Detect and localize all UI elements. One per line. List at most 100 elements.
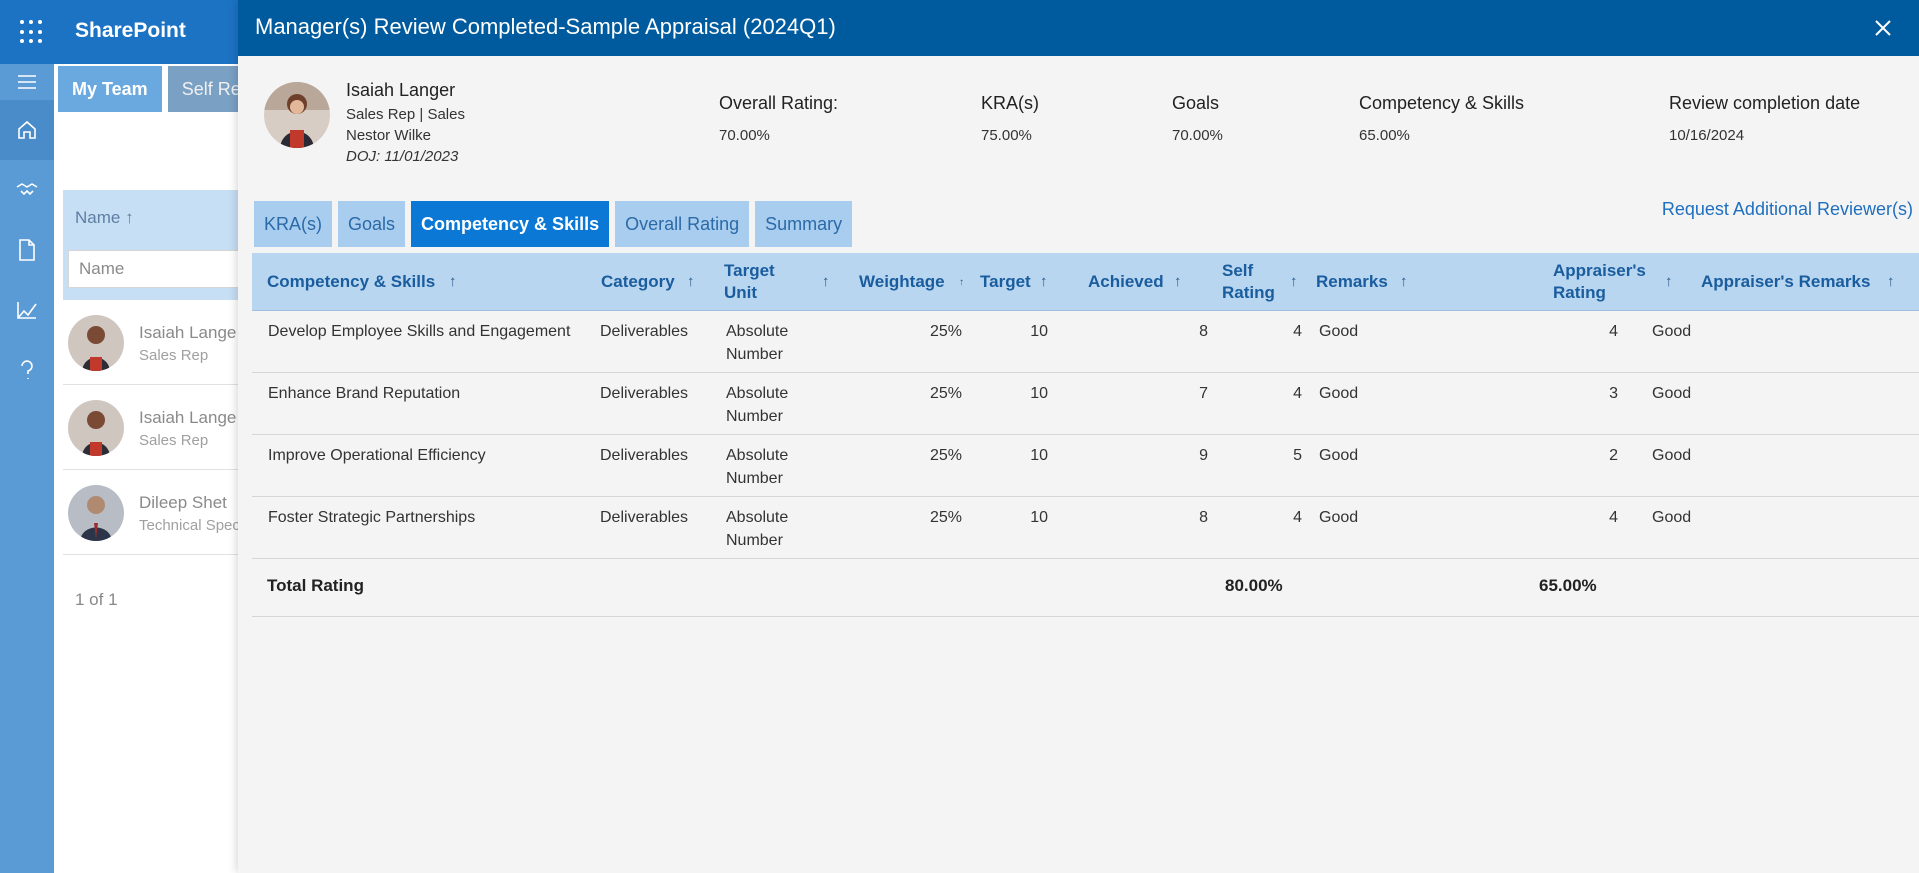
col-competency[interactable]: Competency & Skills ↑ <box>267 253 517 311</box>
home-icon[interactable] <box>0 100 54 160</box>
cell-remarks: Good <box>1319 323 1359 340</box>
cell-category: Deliverables <box>600 447 689 464</box>
total-row: Total Rating 80.00% 65.00% <box>252 559 1919 617</box>
sort-arrow-icon: ↑ <box>959 276 964 288</box>
competency-value: 65.00% <box>1359 127 1410 144</box>
table-row[interactable]: Foster Strategic Partnerships Deliverabl… <box>252 497 1919 559</box>
tab-goals[interactable]: Goals <box>338 201 406 247</box>
employee-manager: Nestor Wilke <box>346 127 432 144</box>
col-weightage[interactable]: Weightage ↑ <box>859 253 969 311</box>
col-appraiser-rating-label: Appraiser's Rating <box>1553 260 1646 304</box>
overall-rating-value: 70.00% <box>719 127 770 144</box>
tab-competency-skills[interactable]: Competency & Skills <box>411 201 610 247</box>
sort-arrow-icon: ↑ <box>1665 273 1673 291</box>
grid-header: Competency & Skills ↑ Category ↑ Target … <box>252 253 1919 311</box>
hamburger-menu-icon[interactable] <box>0 64 54 100</box>
tab-summary[interactable]: Summary <box>755 201 853 247</box>
cell-appraiser-remarks: Good <box>1652 323 1692 340</box>
app-title[interactable]: SharePoint <box>75 19 186 43</box>
col-target-unit-line1: Target <box>724 260 775 280</box>
list-item[interactable]: Isaiah Lange Sales Rep <box>63 301 254 385</box>
total-label: Total Rating <box>267 576 364 595</box>
goals-label: Goals <box>1172 93 1220 113</box>
cell-self-rating: 4 <box>1293 385 1302 402</box>
cell-target-unit-line2: Number <box>726 470 783 488</box>
employee-name: Isaiah Langer <box>346 80 456 100</box>
document-icon[interactable] <box>0 220 54 280</box>
close-icon[interactable] <box>1871 16 1895 40</box>
table-row[interactable]: Develop Employee Skills and Engagement D… <box>252 311 1919 373</box>
tab-overall-rating[interactable]: Overall Rating <box>615 201 750 247</box>
col-self-rating-line2: Rating <box>1222 283 1275 302</box>
kra-value: 75.00% <box>981 127 1032 144</box>
col-category-label: Category <box>601 271 675 291</box>
cell-target: 10 <box>1030 385 1048 402</box>
review-panel: Manager(s) Review Completed-Sample Appra… <box>238 0 1919 873</box>
review-tabs: KRA(s) Goals Competency & Skills Overall… <box>254 201 853 247</box>
col-target[interactable]: Target ↑ <box>980 253 1060 311</box>
cell-target-unit-line2: Number <box>726 532 783 550</box>
cell-remarks: Good <box>1319 447 1359 464</box>
cell-self-rating: 5 <box>1293 447 1302 464</box>
sort-arrow-icon: ↑ <box>1174 273 1182 291</box>
cell-target-unit: Absolute Number <box>726 444 788 490</box>
col-target-label: Target <box>980 271 1031 291</box>
member-name: Dileep Shet <box>139 493 227 512</box>
cell-category: Deliverables <box>600 385 689 402</box>
col-appraiser-remarks[interactable]: Appraiser's Remarks ↑ <box>1701 253 1911 311</box>
cell-remarks: Good <box>1319 509 1359 526</box>
cell-competency: Foster Strategic Partnerships <box>268 509 476 526</box>
cell-achieved: 8 <box>1199 509 1208 526</box>
request-reviewer-link[interactable]: Request Additional Reviewer(s) <box>1662 199 1913 220</box>
tab-kras[interactable]: KRA(s) <box>254 201 332 247</box>
col-target-unit[interactable]: Target Unit ↑ <box>724 253 834 311</box>
col-target-unit-line2: Unit <box>724 283 758 302</box>
completion-date-label: Review completion date <box>1669 93 1861 113</box>
sort-arrow-icon: ↑ <box>1290 273 1298 291</box>
col-appraiser-rating-line2: Rating <box>1553 283 1606 302</box>
cell-appraiser-rating: 4 <box>1609 323 1618 340</box>
sort-arrow-icon: ↑ <box>449 273 457 291</box>
table-row[interactable]: Improve Operational Efficiency Deliverab… <box>252 435 1919 497</box>
col-category[interactable]: Category ↑ <box>601 253 701 311</box>
list-item[interactable]: Isaiah Lange Sales Rep <box>63 386 254 470</box>
cell-competency: Develop Employee Skills and Engagement <box>268 323 571 340</box>
col-achieved-label: Achieved <box>1088 271 1164 291</box>
member-role: Technical Spec <box>139 517 240 534</box>
member-name: Isaiah Lange <box>139 323 237 342</box>
cell-weightage: 25% <box>929 509 962 526</box>
cell-competency: Improve Operational Efficiency <box>268 447 486 464</box>
cell-target-unit-line1: Absolute <box>726 323 789 340</box>
col-self-rating[interactable]: Self Rating ↑ <box>1222 253 1302 311</box>
col-remarks[interactable]: Remarks ↑ <box>1316 253 1426 311</box>
cell-appraiser-remarks: Good <box>1652 509 1692 526</box>
cell-target-unit-line2: Number <box>726 408 783 426</box>
employee-role: Sales Rep | Sales <box>346 106 465 123</box>
avatar <box>68 400 124 456</box>
name-filter-input[interactable]: Name <box>68 250 254 288</box>
list-item[interactable]: Dileep Shet Technical Spec <box>63 471 254 555</box>
sort-arrow-icon: ↑ <box>687 273 695 291</box>
cell-target-unit: Absolute Number <box>726 382 788 428</box>
tab-my-team[interactable]: My Team <box>58 66 162 112</box>
cell-weightage: 25% <box>929 385 962 402</box>
cell-achieved: 8 <box>1199 323 1208 340</box>
cell-achieved: 7 <box>1199 385 1208 402</box>
employee-doj: DOJ: 11/01/2023 <box>346 148 459 165</box>
cell-appraiser-rating: 2 <box>1609 447 1618 464</box>
overall-rating-label: Overall Rating: <box>719 93 839 113</box>
sort-arrow-icon: ↑ <box>1040 273 1048 291</box>
app-launcher-icon[interactable] <box>20 20 44 44</box>
member-name: Isaiah Lange <box>139 408 237 427</box>
table-row[interactable]: Enhance Brand Reputation Deliverables Ab… <box>252 373 1919 435</box>
name-column-header[interactable]: Name ↑ <box>75 208 134 228</box>
col-achieved[interactable]: Achieved ↑ <box>1088 253 1198 311</box>
cell-achieved: 9 <box>1199 447 1208 464</box>
cell-target: 10 <box>1030 509 1048 526</box>
col-target-unit-label: Target Unit <box>724 260 775 304</box>
handshake-icon[interactable] <box>0 160 54 220</box>
col-appraiser-rating[interactable]: Appraiser's Rating ↑ <box>1553 253 1673 311</box>
help-icon[interactable] <box>0 340 54 400</box>
chart-icon[interactable] <box>0 280 54 340</box>
sort-arrow-icon: ↑ <box>1400 273 1408 291</box>
